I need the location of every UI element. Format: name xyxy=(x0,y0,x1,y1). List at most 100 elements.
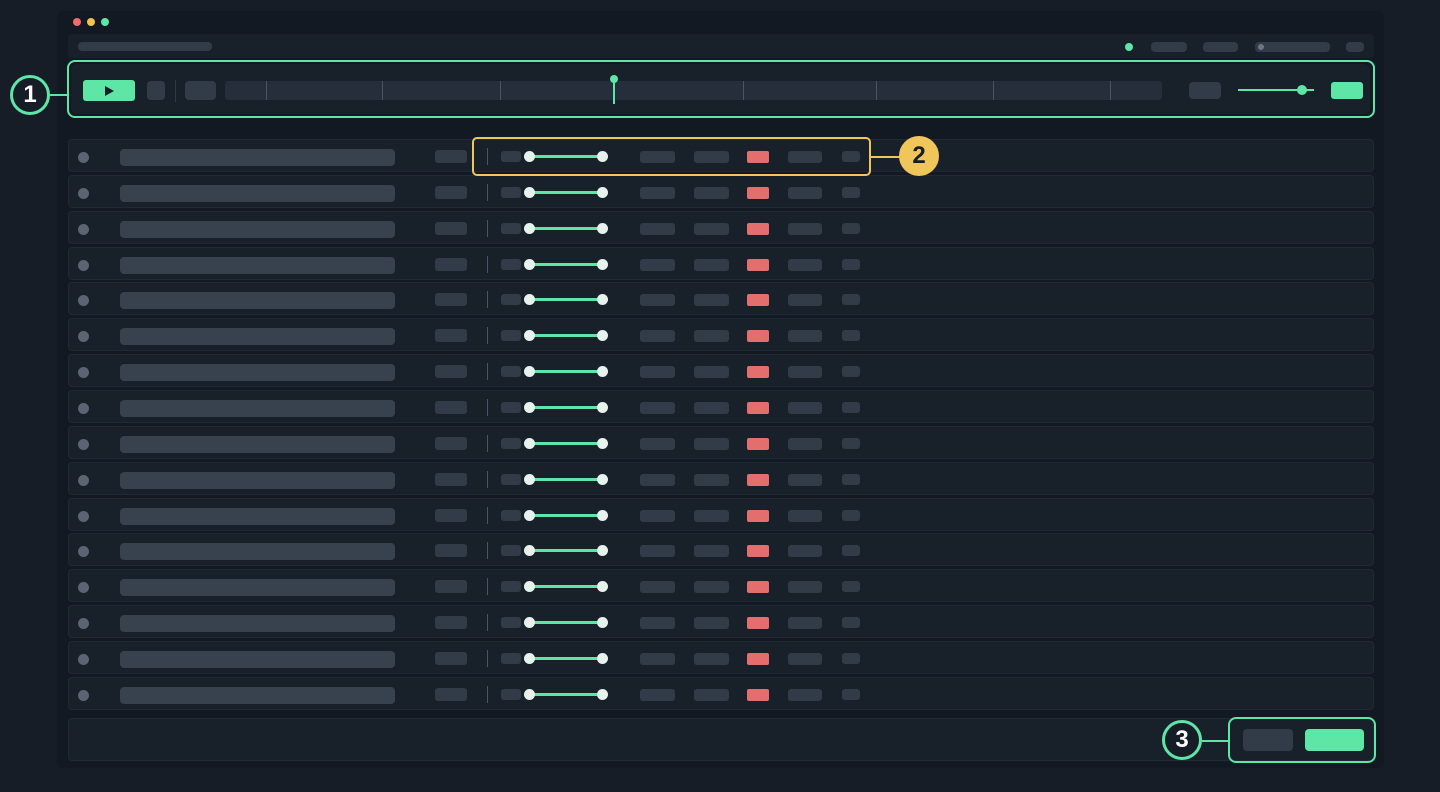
track-field-e[interactable] xyxy=(788,653,822,665)
track-field-c[interactable] xyxy=(640,438,675,450)
track-field-e[interactable] xyxy=(788,259,822,271)
track-field-c[interactable] xyxy=(640,187,675,199)
track-field-c[interactable] xyxy=(640,545,675,557)
pan-slider-handle-left[interactable] xyxy=(524,438,535,449)
mute-indicator[interactable] xyxy=(747,330,769,342)
track-field-f[interactable] xyxy=(842,617,860,628)
pan-slider-handle-right[interactable] xyxy=(597,474,608,485)
menu-item-1[interactable] xyxy=(1151,42,1187,52)
track-field-a[interactable] xyxy=(435,544,467,557)
track-field-c[interactable] xyxy=(640,259,675,271)
track-field-f[interactable] xyxy=(842,474,860,485)
track-field-b[interactable] xyxy=(501,402,521,413)
pan-slider-handle-left[interactable] xyxy=(524,581,535,592)
pan-slider-handle-right[interactable] xyxy=(597,653,608,664)
mute-indicator[interactable] xyxy=(747,510,769,522)
track-field-a[interactable] xyxy=(435,222,467,235)
track-field-f[interactable] xyxy=(842,294,860,305)
track-field-d[interactable] xyxy=(694,689,729,701)
track-field-c[interactable] xyxy=(640,653,675,665)
pan-slider-handle-left[interactable] xyxy=(524,510,535,521)
track-row[interactable] xyxy=(68,533,1374,566)
pan-slider-handle-left[interactable] xyxy=(524,402,535,413)
track-field-d[interactable] xyxy=(694,223,729,235)
mute-indicator[interactable] xyxy=(747,581,769,593)
pan-slider-handle-right[interactable] xyxy=(597,366,608,377)
track-field-a[interactable] xyxy=(435,258,467,271)
track-field-b[interactable] xyxy=(501,617,521,628)
pan-slider-handle-right[interactable] xyxy=(597,294,608,305)
track-row[interactable] xyxy=(68,247,1374,280)
pan-slider[interactable] xyxy=(529,657,603,660)
track-field-f[interactable] xyxy=(842,330,860,341)
search-field[interactable] xyxy=(1255,42,1330,52)
status-dot-icon[interactable] xyxy=(78,260,89,271)
track-field-c[interactable] xyxy=(640,330,675,342)
track-field-c[interactable] xyxy=(640,617,675,629)
track-field-d[interactable] xyxy=(694,545,729,557)
track-field-a[interactable] xyxy=(435,616,467,629)
status-dot-icon[interactable] xyxy=(78,654,89,665)
track-row[interactable] xyxy=(68,282,1374,315)
track-field-e[interactable] xyxy=(788,402,822,414)
track-field-e[interactable] xyxy=(788,330,822,342)
track-field-c[interactable] xyxy=(640,474,675,486)
track-field-e[interactable] xyxy=(788,187,822,199)
pan-slider-handle-right[interactable] xyxy=(597,187,608,198)
status-dot-icon[interactable] xyxy=(78,331,89,342)
pan-slider[interactable] xyxy=(529,298,603,301)
status-dot-icon[interactable] xyxy=(78,224,89,235)
mute-indicator[interactable] xyxy=(747,294,769,306)
mute-indicator[interactable] xyxy=(747,402,769,414)
track-field-a[interactable] xyxy=(435,186,467,199)
maximize-dot-icon[interactable] xyxy=(101,18,109,26)
pan-slider-handle-right[interactable] xyxy=(597,438,608,449)
track-field-b[interactable] xyxy=(501,438,521,449)
track-row[interactable] xyxy=(68,175,1374,208)
track-field-b[interactable] xyxy=(501,223,521,234)
pan-slider-handle-left[interactable] xyxy=(524,545,535,556)
track-field-c[interactable] xyxy=(640,689,675,701)
track-field-a[interactable] xyxy=(435,437,467,450)
track-field-f[interactable] xyxy=(842,187,860,198)
pan-slider[interactable] xyxy=(529,442,603,445)
status-dot-icon[interactable] xyxy=(78,511,89,522)
pan-slider-handle-left[interactable] xyxy=(524,187,535,198)
pan-slider[interactable] xyxy=(529,227,603,230)
track-field-d[interactable] xyxy=(694,474,729,486)
pan-slider-handle-right[interactable] xyxy=(597,223,608,234)
track-field-b[interactable] xyxy=(501,330,521,341)
pan-slider-handle-left[interactable] xyxy=(524,617,535,628)
track-row[interactable] xyxy=(68,569,1374,602)
track-field-b[interactable] xyxy=(501,510,521,521)
status-dot-icon[interactable] xyxy=(78,152,89,163)
minimize-dot-icon[interactable] xyxy=(87,18,95,26)
track-field-d[interactable] xyxy=(694,581,729,593)
track-field-c[interactable] xyxy=(640,294,675,306)
pan-slider-handle-right[interactable] xyxy=(597,617,608,628)
mute-indicator[interactable] xyxy=(747,438,769,450)
track-field-a[interactable] xyxy=(435,580,467,593)
track-field-a[interactable] xyxy=(435,293,467,306)
pan-slider-handle-right[interactable] xyxy=(597,545,608,556)
track-field-b[interactable] xyxy=(501,653,521,664)
track-field-e[interactable] xyxy=(788,223,822,235)
track-field-c[interactable] xyxy=(640,581,675,593)
track-row[interactable] xyxy=(68,462,1374,495)
pan-slider[interactable] xyxy=(529,585,603,588)
pan-slider-handle-left[interactable] xyxy=(524,330,535,341)
track-field-b[interactable] xyxy=(501,294,521,305)
status-dot-icon[interactable] xyxy=(78,582,89,593)
track-row[interactable] xyxy=(68,498,1374,531)
pan-slider-handle-left[interactable] xyxy=(524,689,535,700)
status-dot-icon[interactable] xyxy=(78,188,89,199)
pan-slider[interactable] xyxy=(529,514,603,517)
track-row[interactable] xyxy=(68,641,1374,674)
track-field-c[interactable] xyxy=(640,402,675,414)
pan-slider[interactable] xyxy=(529,693,603,696)
status-dot-icon[interactable] xyxy=(78,546,89,557)
track-field-a[interactable] xyxy=(435,150,467,163)
track-field-b[interactable] xyxy=(501,581,521,592)
status-dot-icon[interactable] xyxy=(78,403,89,414)
mute-indicator[interactable] xyxy=(747,187,769,199)
